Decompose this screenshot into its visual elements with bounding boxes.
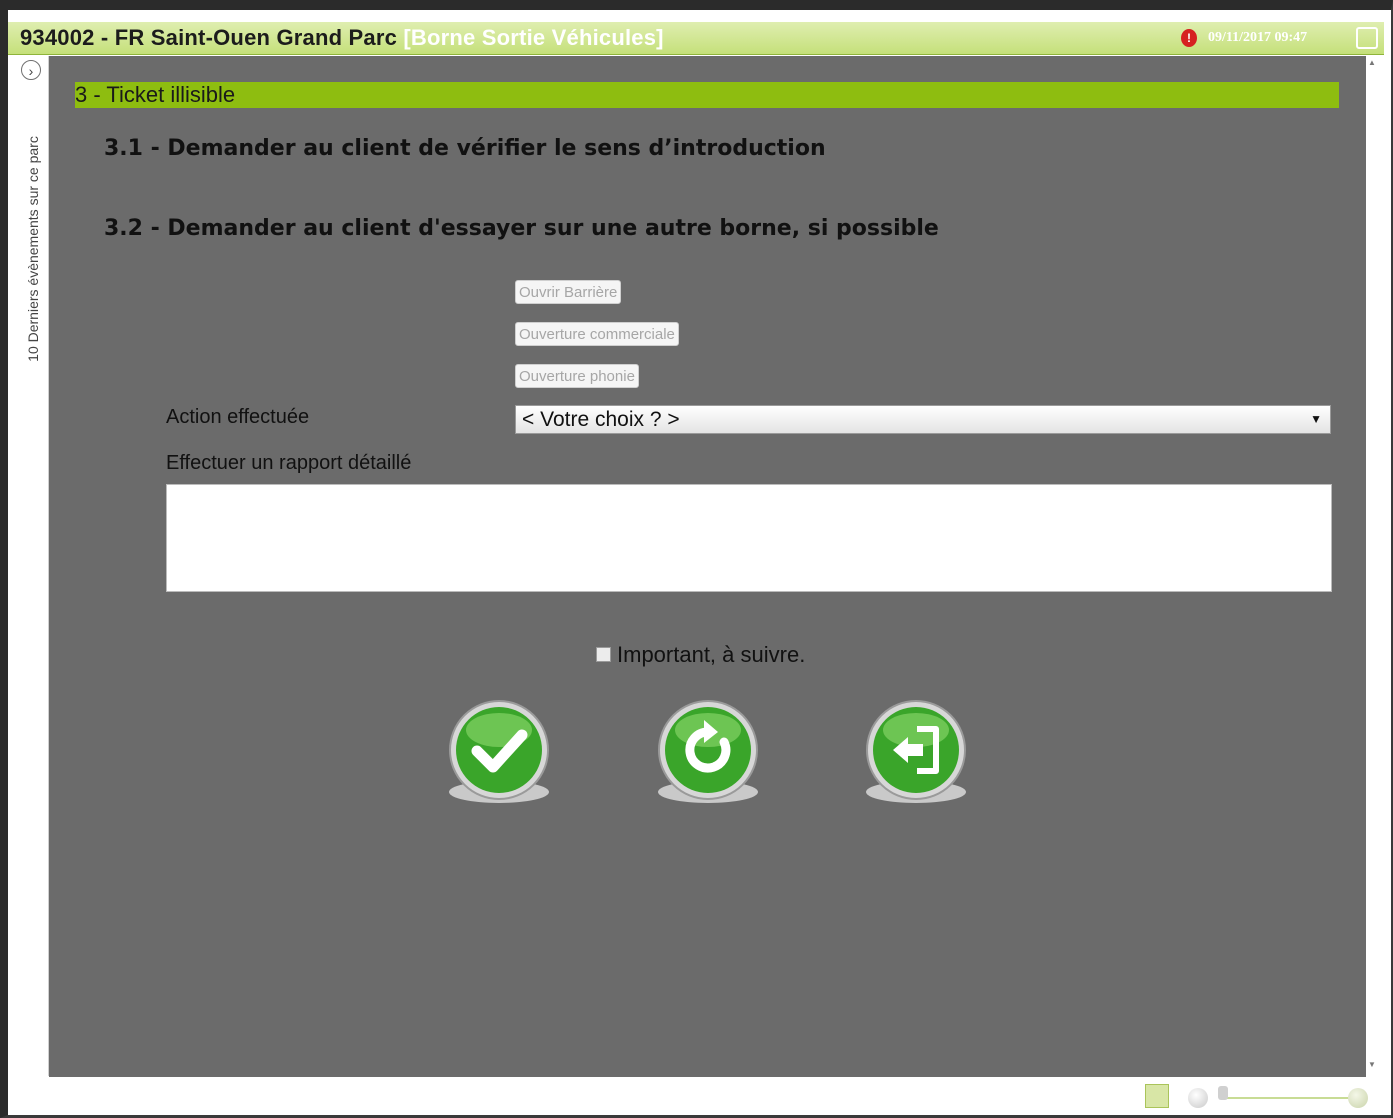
action-label: Action effectuée (166, 406, 310, 428)
important-checkbox[interactable] (596, 647, 611, 662)
important-label[interactable]: Important, à suivre. (617, 642, 805, 668)
chevron-right-icon[interactable]: › (21, 60, 41, 80)
reset-button[interactable] (653, 698, 763, 808)
window-title: 934002 - FR Saint-Ouen Grand Parc [Borne… (20, 25, 664, 51)
report-label: Effectuer un rapport détaillé (166, 452, 412, 474)
open-barrier-button[interactable]: Ouvrir Barrière (515, 280, 622, 304)
action-select[interactable]: < Votre choix ? > ▼ (515, 405, 1331, 434)
procedure-panel: 3 - Ticket illisible 3.1 - Demander au c… (49, 56, 1366, 1077)
step-1: 3.1 - Demander au client de vérifier le … (104, 136, 826, 161)
report-textarea[interactable] (166, 484, 1332, 592)
title-highlight: [Borne Sortie Véhicules] (403, 25, 664, 50)
scroll-down-arrow[interactable]: ▼ (1368, 1060, 1376, 1069)
phone-opening-button[interactable]: Ouverture phonie (515, 364, 639, 388)
datetime: 09/11/2017 09:47 (1208, 30, 1308, 45)
scroll-up-arrow[interactable]: ▲ (1368, 58, 1376, 67)
dropdown-arrow-icon: ▼ (1310, 412, 1322, 426)
step-2: 3.2 - Demander au client d'essayer sur u… (104, 216, 939, 241)
sidebar-label[interactable]: 10 Derniers évènements sur ce parc (25, 114, 41, 384)
exit-button[interactable] (861, 698, 971, 808)
title-bar: 934002 - FR Saint-Ouen Grand Parc [Borne… (8, 22, 1384, 55)
events-sidebar[interactable]: › 10 Derniers évènements sur ce parc (18, 56, 49, 1076)
section-title: 3 - Ticket illisible (75, 82, 1339, 108)
commercial-opening-button[interactable]: Ouverture commerciale (515, 322, 679, 346)
alert-icon[interactable]: ! (1181, 29, 1197, 47)
title-prefix: 934002 - FR Saint-Ouen Grand Parc (20, 25, 404, 50)
status-bar (8, 1078, 1384, 1115)
action-select-value: < Votre choix ? > (522, 408, 680, 431)
maximize-button[interactable] (1356, 27, 1378, 49)
zoom-slider[interactable] (1223, 1097, 1353, 1099)
zoom-slider-handle[interactable] (1218, 1086, 1228, 1100)
zoom-in-icon[interactable] (1348, 1088, 1368, 1108)
validate-button[interactable] (444, 698, 554, 808)
layout-icon[interactable] (1145, 1084, 1169, 1108)
zoom-out-icon[interactable] (1188, 1088, 1208, 1108)
